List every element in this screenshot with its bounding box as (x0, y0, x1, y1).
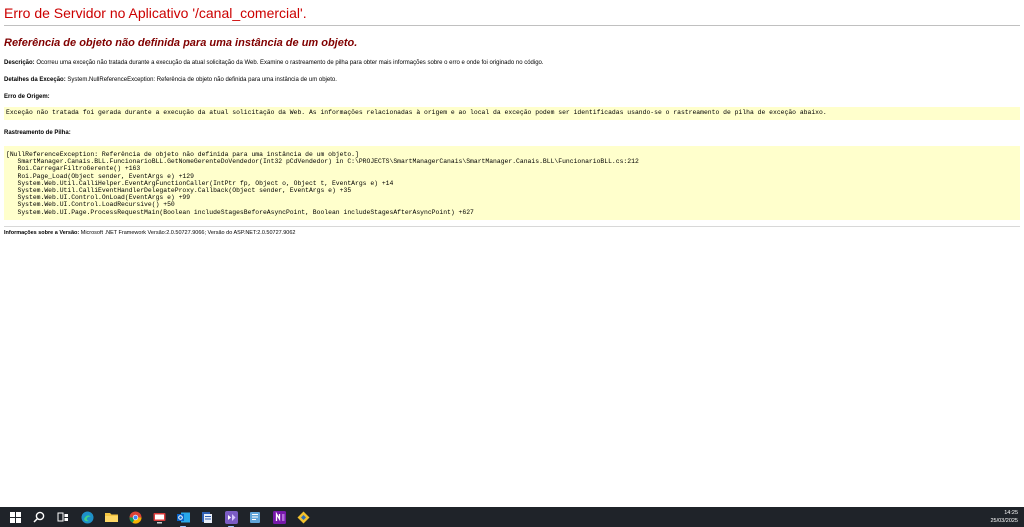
error-content: Erro de Servidor no Aplicativo '/canal_c… (0, 0, 1024, 237)
onenote-icon[interactable] (272, 510, 286, 524)
error-message: Referência de objeto não definida para u… (4, 37, 358, 49)
visual-studio-icon[interactable] (224, 510, 238, 527)
system-clock[interactable]: 14:25 25/03/2025 (990, 509, 1018, 525)
task-view-icon[interactable] (56, 510, 70, 524)
description-text: Ocorreu uma exceção não tratada durante … (36, 60, 544, 66)
taskbar: 14:25 25/03/2025 (0, 507, 1024, 527)
exception-details-text: System.NullReferenceException: Referênci… (67, 77, 337, 83)
sql-tool-icon[interactable] (296, 510, 310, 524)
stack-trace-line: System.Web.Util.CalliEventHandlerDelegat… (6, 187, 352, 195)
stack-trace-line: System.Web.UI.Control.OnLoad(EventArgs e… (6, 194, 191, 202)
stack-trace-line: Roi.Page_Load(Object sender, EventArgs e… (6, 172, 194, 180)
page-title: Erro de Servidor no Aplicativo '/canal_c… (4, 5, 307, 21)
search-icon[interactable] (32, 510, 46, 524)
clock-date: 25/03/2025 (990, 518, 1018, 524)
description-label: Descrição: (4, 60, 35, 66)
notepad-app-icon[interactable] (248, 510, 262, 524)
stack-trace-box: [NullReferenceException: Referência de o… (4, 146, 1020, 220)
stack-trace-line: [NullReferenceException: Referência de o… (6, 151, 359, 158)
file-explorer-icon[interactable] (104, 510, 118, 524)
source-error-label: Erro de Origem: (4, 94, 50, 100)
stack-trace-line: System.Web.UI.Page.ProcessRequestMain(Bo… (6, 208, 474, 216)
version-info-label: Informações sobre a Versão: (4, 229, 80, 236)
outlook-icon[interactable] (176, 510, 190, 527)
stack-trace-line: System.Web.UI.Control.LoadRecursive() +5… (6, 201, 175, 209)
clock-time: 14:25 (1004, 510, 1018, 516)
stack-trace-line: System.Web.Util.CalliHelper.EventArgFunc… (6, 179, 394, 187)
description-row: Descrição: Ocorreu uma exceção não trata… (4, 59, 1020, 67)
exception-details-row: Detalhes da Exceção: System.NullReferenc… (4, 76, 1020, 84)
error-page: Erro de Servidor no Aplicativo '/canal_c… (0, 0, 1024, 527)
stack-trace-line: Roi.CarregarFiltroGerente() +163 (6, 165, 141, 173)
edge-browser-icon[interactable] (80, 510, 94, 524)
version-info-text: Microsoft .NET Framework Versão:2.0.5072… (80, 229, 296, 236)
remote-app-icon[interactable] (152, 510, 166, 524)
version-info-row: Informações sobre a Versão: Microsoft .N… (4, 229, 1020, 237)
stack-trace-label: Rastreamento de Pilha: (4, 130, 71, 136)
database-app-icon[interactable] (200, 510, 214, 524)
stack-trace-line: SmartManager.Canais.BLL.FuncionarioBLL.G… (6, 158, 639, 166)
title-divider (4, 25, 1020, 26)
source-error-text: Exceção não tratada foi gerada durante a… (6, 109, 827, 116)
exception-details-label: Detalhes da Exceção: (4, 77, 66, 83)
chrome-browser-icon[interactable] (128, 510, 142, 524)
windows-start-icon[interactable] (8, 510, 22, 524)
source-error-box: Exceção não tratada foi gerada durante a… (4, 107, 1020, 120)
version-divider (4, 225, 1020, 227)
